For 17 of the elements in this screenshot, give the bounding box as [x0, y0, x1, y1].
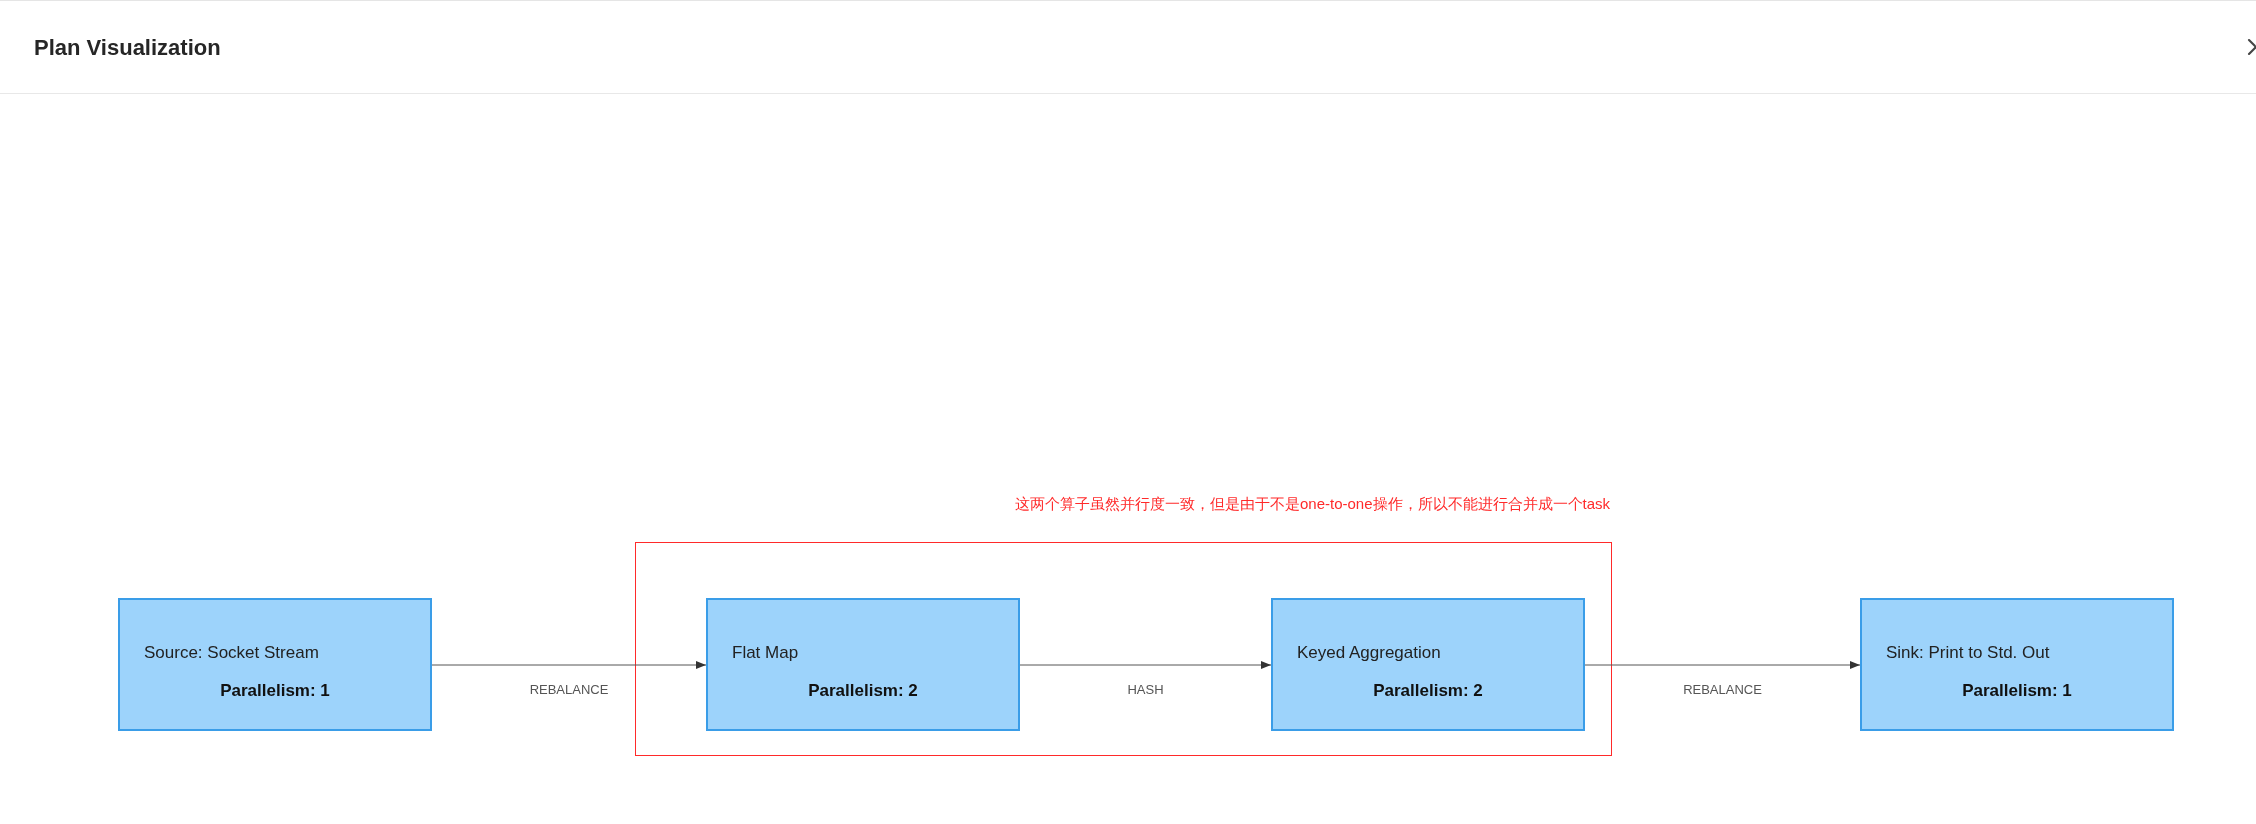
- node-name: Sink: Print to Std. Out: [1886, 642, 2051, 664]
- edge-label: REBALANCE: [1683, 681, 1762, 699]
- window-title: Plan Visualization: [34, 33, 221, 62]
- node-parallelism: Parallelism: 2: [1373, 679, 1483, 702]
- node-parallelism: Parallelism: 1: [220, 679, 330, 702]
- node-parallelism: Parallelism: 2: [808, 679, 918, 702]
- operator-node[interactable]: Source: Socket Stream Parallelism: 1: [118, 598, 432, 731]
- edge-label: REBALANCE: [529, 681, 609, 699]
- node-name: Keyed Aggregation: [1297, 642, 1442, 664]
- operator-node[interactable]: Keyed Aggregation Parallelism: 2: [1271, 598, 1585, 731]
- node-parallelism: Parallelism: 1: [1962, 679, 2072, 702]
- edge-label: HASH: [1127, 681, 1164, 699]
- operator-node[interactable]: Flat Map Parallelism: 2: [706, 598, 1020, 731]
- annotation-text: 这两个算子虽然并行度一致，但是由于不是one-to-one操作，所以不能进行合并成一个task: [1015, 494, 1611, 514]
- node-name: Flat Map: [732, 642, 800, 664]
- operator-node[interactable]: Sink: Print to Std. Out Parallelism: 1: [1860, 598, 2174, 731]
- node-name: Source: Socket Stream: [144, 642, 320, 664]
